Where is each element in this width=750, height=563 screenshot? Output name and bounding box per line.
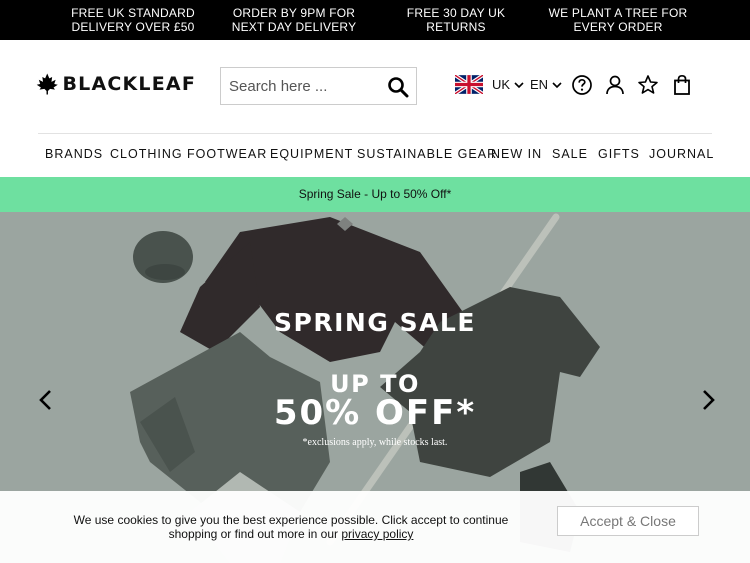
maple-leaf-icon bbox=[36, 73, 58, 95]
country-label: UK bbox=[492, 77, 511, 92]
cookie-text: We use cookies to give you the best expe… bbox=[73, 513, 509, 541]
promo-line: DELIVERY OVER £50 bbox=[71, 20, 195, 34]
hero-disclaimer: *exclusions apply, while stocks last. bbox=[302, 437, 448, 448]
bag-icon[interactable] bbox=[671, 74, 693, 96]
search-icon bbox=[388, 77, 409, 98]
promo-line: NEXT DAY DELIVERY bbox=[231, 20, 357, 34]
promo-line: RETURNS bbox=[426, 20, 486, 34]
promo-line: EVERY ORDER bbox=[573, 20, 663, 34]
uk-flag-icon[interactable] bbox=[455, 75, 483, 94]
hero-discount: 50% OFF* bbox=[273, 393, 477, 433]
language-label: EN bbox=[530, 77, 549, 92]
account-icon[interactable] bbox=[604, 74, 626, 96]
promo-next-day: ORDER BY 9PM FOR NEXT DAY DELIVERY bbox=[209, 6, 379, 34]
nav-item-new-in[interactable]: NEW IN bbox=[491, 147, 542, 161]
help-icon[interactable] bbox=[571, 74, 593, 96]
search-button[interactable] bbox=[386, 75, 410, 99]
nav-item-clothing[interactable]: CLOTHING bbox=[110, 147, 183, 161]
privacy-policy-link[interactable]: privacy policy bbox=[341, 527, 413, 541]
nav-item-equipment[interactable]: EQUIPMENT bbox=[270, 147, 353, 161]
brand-name: BLACKLEAF bbox=[62, 73, 196, 95]
carousel-prev-icon[interactable] bbox=[36, 388, 56, 412]
promo-line: FREE UK STANDARD bbox=[71, 6, 195, 20]
nav-item-sale[interactable]: SALE bbox=[552, 147, 588, 161]
nav-item-footwear[interactable]: FOOTWEAR bbox=[187, 147, 267, 161]
sale-banner[interactable]: Spring Sale - Up to 50% Off* bbox=[0, 177, 750, 212]
hero-headline: SPRING SALE bbox=[274, 308, 476, 337]
accept-close-button[interactable]: Accept & Close bbox=[557, 506, 699, 536]
star-icon[interactable] bbox=[637, 74, 659, 96]
site-logo[interactable]: BLACKLEAF bbox=[36, 68, 196, 100]
promo-bar: FREE UK STANDARD DELIVERY OVER £50 ORDER… bbox=[0, 0, 750, 40]
country-selector[interactable]: UK bbox=[492, 77, 524, 92]
nav-item-sustainable-gear[interactable]: SUSTAINABLE GEAR bbox=[357, 147, 497, 161]
cookie-message: We use cookies to give you the best expe… bbox=[60, 513, 522, 541]
nav-item-journal[interactable]: JOURNAL bbox=[649, 147, 714, 161]
nav-item-gifts[interactable]: GIFTS bbox=[598, 147, 640, 161]
promo-returns: FREE 30 DAY UK RETURNS bbox=[371, 6, 541, 34]
promo-tree: WE PLANT A TREE FOR EVERY ORDER bbox=[533, 6, 703, 34]
promo-line: ORDER BY 9PM FOR bbox=[232, 6, 356, 20]
search-box bbox=[220, 67, 417, 105]
language-selector[interactable]: EN bbox=[530, 77, 562, 92]
main-nav: BRANDS CLOTHING FOOTWEAR EQUIPMENT SUSTA… bbox=[38, 147, 714, 163]
carousel-next-icon[interactable] bbox=[698, 388, 718, 412]
promo-free-delivery: FREE UK STANDARD DELIVERY OVER £50 bbox=[48, 6, 218, 34]
search-input[interactable] bbox=[229, 76, 379, 96]
chevron-down-icon bbox=[552, 81, 562, 88]
nav-item-brands[interactable]: BRANDS bbox=[45, 147, 103, 161]
promo-line: FREE 30 DAY UK bbox=[406, 6, 506, 20]
promo-line: WE PLANT A TREE FOR bbox=[548, 6, 688, 20]
cookie-banner: We use cookies to give you the best expe… bbox=[0, 491, 750, 563]
header-divider bbox=[38, 133, 712, 134]
chevron-down-icon bbox=[514, 81, 524, 88]
